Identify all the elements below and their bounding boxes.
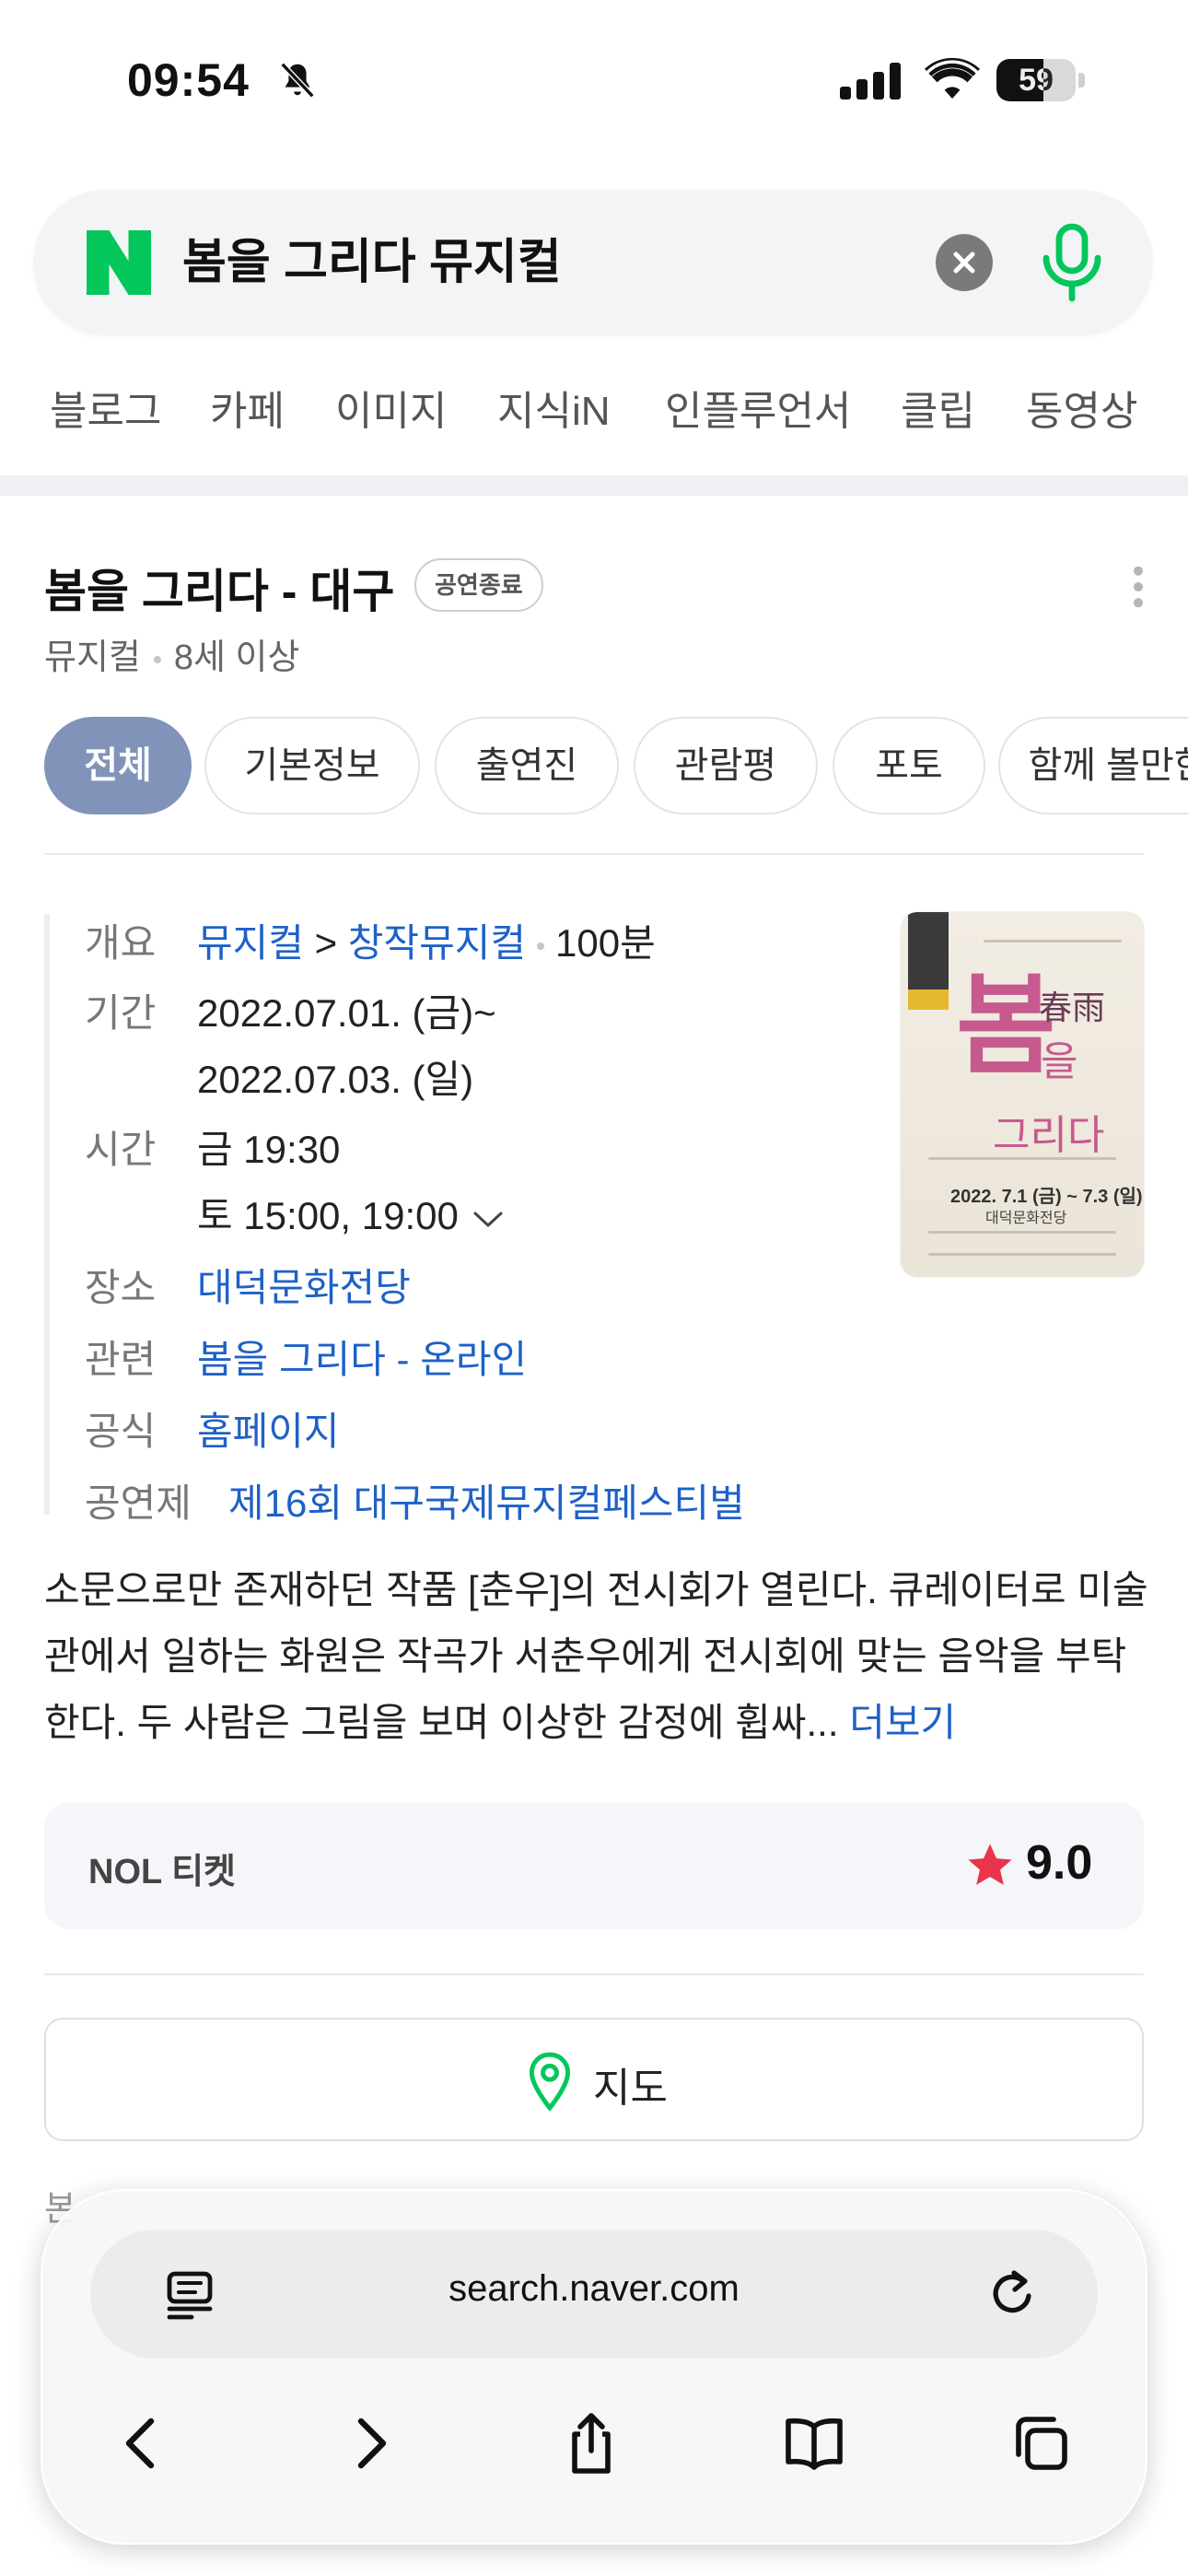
status-badge: 공연종료 (414, 558, 543, 612)
tab-clip[interactable]: 클립 (901, 378, 975, 437)
wifi-icon (925, 57, 980, 99)
map-button[interactable]: 지도 (44, 2018, 1144, 2141)
chip-basic-info[interactable]: 기본정보 (204, 717, 420, 814)
section-chips: 전체 기본정보 출연진 관람평 포토 함께 볼만한 (44, 717, 1188, 816)
poster-subtitle: 그리다 (993, 1112, 1105, 1159)
poster-footer-line (928, 1253, 1116, 1256)
venue-link[interactable]: 대덕문화전당 (197, 1257, 411, 1313)
synopsis: 소문으로만 존재하던 작품 [춘우]의 전시회가 열린다. 큐레이터로 미술관에… (44, 1557, 1149, 1756)
poster-cast-line (928, 1157, 1116, 1160)
tab-cafe[interactable]: 카페 (210, 378, 285, 437)
period-label: 기간 (85, 991, 157, 1035)
map-pin-icon (529, 2052, 571, 2112)
divider (44, 853, 1144, 855)
address-bar[interactable]: search.naver.com (90, 2230, 1098, 2359)
bell-slash-icon (280, 62, 315, 99)
search-input[interactable]: 봄을 그리다 뮤지컬 (182, 230, 562, 295)
poster-suffix: 을 (1041, 1038, 1078, 1085)
time-line-1: 금 19:30 (197, 1128, 341, 1171)
star-icon (968, 1844, 1012, 1885)
poster-info-line (928, 1231, 1116, 1234)
venue-label: 장소 (85, 1266, 157, 1309)
official-label: 공식 (85, 1410, 157, 1453)
chip-photos[interactable]: 포토 (833, 717, 985, 814)
chip-related[interactable]: 함께 볼만한 (998, 717, 1188, 814)
poster-hanja: 春雨 (1039, 989, 1106, 1027)
share-icon[interactable] (558, 2410, 624, 2476)
category-tabs: 블로그 카페 이미지 지식iN 인플루언서 클립 동영상 (0, 378, 1188, 451)
chip-reviews[interactable]: 관람평 (634, 717, 818, 814)
tab-image[interactable]: 이미지 (335, 378, 447, 437)
poster-emblem (908, 912, 949, 989)
poster-header-line (984, 940, 1122, 943)
synopsis-text: 소문으로만 존재하던 작품 [춘우]의 전시회가 열린다. 큐레이터로 미술관에… (44, 1568, 1148, 1744)
clear-icon (953, 252, 975, 274)
search-box[interactable]: 봄을 그리다 뮤지컬 (33, 190, 1153, 335)
reload-icon[interactable] (987, 2266, 1039, 2322)
battery-indicator: 59 (996, 59, 1085, 101)
map-label: 지도 (593, 2066, 668, 2111)
chip-all[interactable]: 전체 (44, 717, 192, 814)
section-divider (0, 475, 1188, 496)
tab-blog[interactable]: 블로그 (50, 378, 161, 437)
chip-cast[interactable]: 출연진 (435, 717, 619, 814)
runtime: 100분 (555, 921, 656, 965)
divider (44, 1973, 1144, 1975)
genre-text: 뮤지컬 (44, 638, 141, 677)
genre-arrow: > (314, 921, 338, 965)
overview-value: 뮤지컬 > 창작뮤지컬 100분 (197, 912, 656, 968)
period-end: 2022.07.03. (일) (197, 1058, 474, 1101)
battery-level: 59 (1019, 63, 1054, 98)
meta-separator (537, 942, 544, 950)
poster-image[interactable]: 봄 春雨 을 그리다 2022. 7.1 (금) ~ 7.3 (일) 대덕문화전… (901, 912, 1144, 1277)
poster-emblem-tag (908, 989, 949, 1010)
poster-date: 2022. 7.1 (금) ~ 7.3 (일) (950, 1187, 1143, 1207)
time-label: 시간 (85, 1128, 157, 1171)
ticket-rating-box[interactable]: NOL 티켓 9.0 (44, 1802, 1144, 1929)
back-icon[interactable] (111, 2410, 177, 2476)
genre-link[interactable]: 뮤지컬 (197, 921, 304, 965)
status-time: 09:54 (127, 54, 250, 106)
more-vertical-icon[interactable] (1129, 564, 1147, 610)
more-link[interactable]: 더보기 (849, 1701, 956, 1744)
related-label: 관련 (85, 1338, 157, 1381)
tab-kin[interactable]: 지식iN (497, 378, 611, 437)
subgenre-link[interactable]: 창작뮤지컬 (348, 921, 526, 965)
chevron-down-icon[interactable] (472, 1208, 505, 1230)
festival-label: 공연제 (85, 1481, 192, 1525)
homepage-link[interactable]: 홈페이지 (197, 1400, 340, 1457)
browser-toolbar: search.naver.com (41, 2189, 1147, 2545)
festival-link[interactable]: 제16회 대구국제뮤지컬페스티벌 (228, 1472, 745, 1528)
info-accent-bar (44, 914, 50, 1515)
age-limit: 8세 이상 (173, 638, 300, 677)
signal-icon (840, 63, 901, 100)
time-line-2[interactable]: 토 15:00, 19:00 (197, 1185, 505, 1241)
ticket-vendor: NOL 티켓 (88, 1853, 237, 1891)
tab-video[interactable]: 동영상 (1026, 378, 1137, 437)
status-bar: 09:54 59 (0, 0, 1188, 157)
meta-separator (153, 655, 161, 663)
forward-icon[interactable] (335, 2410, 402, 2476)
url-text[interactable]: search.naver.com (90, 2268, 1098, 2310)
time-line-2-text: 토 15:00, 19:00 (197, 1194, 459, 1237)
tab-influencer[interactable]: 인플루언서 (665, 378, 851, 437)
tabs-icon[interactable] (1007, 2410, 1074, 2476)
period-start: 2022.07.01. (금)~ (197, 991, 496, 1035)
performance-meta: 뮤지컬 8세 이상 (44, 628, 299, 679)
related-link[interactable]: 봄을 그리다 - 온라인 (197, 1329, 527, 1385)
clear-search-button[interactable] (936, 234, 993, 291)
naver-logo[interactable] (87, 230, 151, 295)
poster-venue: 대덕문화전당 (985, 1211, 1067, 1226)
rating-value: 9.0 (1026, 1836, 1093, 1890)
bookmarks-icon[interactable] (781, 2410, 847, 2476)
performance-title[interactable]: 봄을 그리다 - 대구 (44, 555, 394, 621)
overview-label: 개요 (85, 921, 157, 965)
mic-icon[interactable] (1037, 223, 1107, 302)
